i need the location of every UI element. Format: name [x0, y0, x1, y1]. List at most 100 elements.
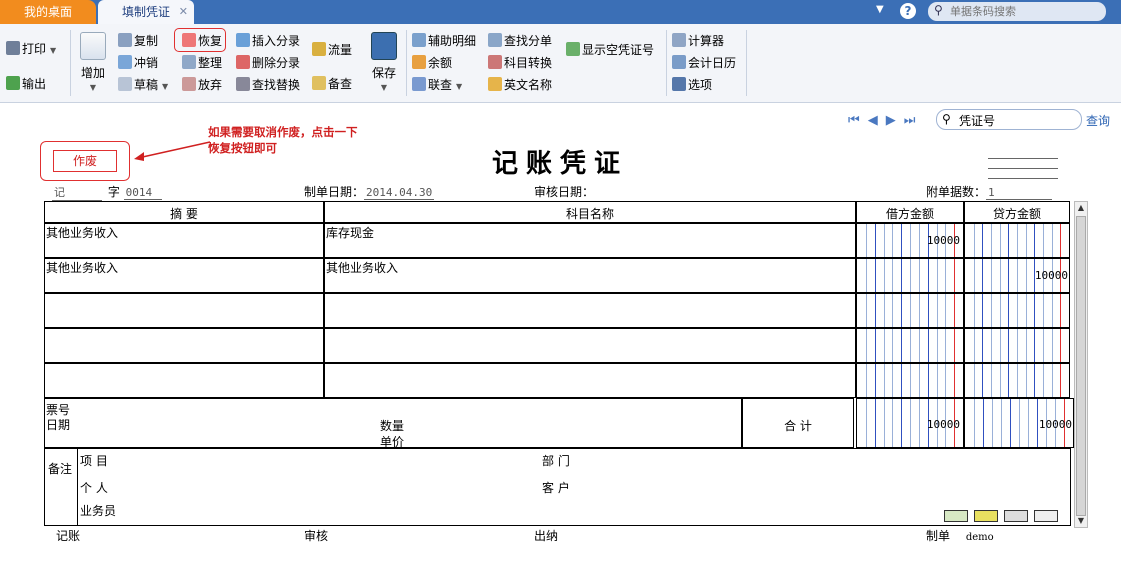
footer-audit: 审核: [304, 529, 329, 543]
customer-label[interactable]: 客 户: [542, 479, 622, 496]
tab-fill-voucher-label: 填制凭证: [121, 5, 170, 19]
help-icon[interactable]: ?: [900, 3, 916, 19]
amount-digit-lines: [857, 259, 963, 292]
organize-label: 整理: [198, 56, 223, 70]
project-label[interactable]: 项 目: [80, 452, 160, 469]
export-button[interactable]: 输出: [6, 75, 46, 93]
account-convert-label: 科目转换: [504, 56, 553, 70]
export-label: 输出: [22, 77, 47, 91]
amount-digit-lines: [965, 329, 1069, 362]
print-button[interactable]: 打印 ▼: [6, 40, 56, 58]
print-label: 打印: [22, 42, 47, 56]
chevron-down-icon[interactable]: ▼: [162, 82, 168, 91]
scroll-up-icon[interactable]: ▲: [1075, 202, 1087, 214]
next-record-icon[interactable]: ▶: [886, 113, 896, 128]
person-label[interactable]: 个 人: [80, 479, 160, 496]
chevron-down-icon[interactable]: ▼: [366, 83, 402, 92]
floppy-disk-icon: [371, 32, 397, 60]
close-icon[interactable]: ✕: [179, 0, 188, 24]
delete-entry-button[interactable]: 删除分录: [236, 54, 300, 72]
date-value[interactable]: 2014.04.30: [364, 186, 435, 200]
table-row-summary-cell: [44, 293, 324, 328]
note-tool-icon[interactable]: [944, 510, 968, 522]
options-label: 选项: [688, 78, 713, 92]
voucher-search[interactable]: ⚲: [936, 109, 1082, 130]
total-debit: 10000: [926, 418, 960, 431]
tab-fill-voucher[interactable]: 填制凭证 ✕: [98, 0, 194, 24]
discard-button[interactable]: 放弃: [182, 76, 222, 94]
last-record-icon[interactable]: ⏭: [904, 113, 916, 128]
department-label[interactable]: 部 门: [542, 452, 622, 469]
attach-count-value[interactable]: 1: [986, 186, 1053, 200]
date2-label: 日期: [46, 418, 71, 432]
find-replace-button[interactable]: 查找替换: [236, 76, 300, 94]
linked-query-button[interactable]: 联查 ▼: [412, 76, 462, 94]
voucher-type-value[interactable]: 记: [52, 184, 102, 201]
table-row-account-cell: [324, 328, 856, 363]
dropdown-icon[interactable]: ▼: [876, 4, 884, 15]
barcode-search[interactable]: ⚲: [928, 2, 1106, 21]
tab-my-desktop[interactable]: 我的桌面: [0, 0, 96, 24]
scroll-thumb[interactable]: [1076, 216, 1086, 516]
aux-detail-icon: [412, 33, 426, 47]
organize-button[interactable]: 整理: [182, 54, 222, 72]
row-account[interactable]: 库存现金: [326, 224, 854, 241]
salesman-label[interactable]: 业务员: [80, 502, 160, 519]
total-credit: 10000: [1038, 418, 1072, 431]
header-debit: 借方金额: [885, 207, 934, 221]
add-button[interactable]: 增加 ▼: [78, 32, 108, 92]
barcode-search-input[interactable]: [950, 4, 1100, 19]
prev-record-icon[interactable]: ◀: [868, 113, 878, 128]
amount-digit-lines: [857, 329, 963, 362]
flow-button[interactable]: 流量: [312, 41, 352, 59]
chevron-down-icon[interactable]: ▼: [78, 83, 108, 92]
voucher-number[interactable]: 0014: [123, 186, 162, 200]
balance-button[interactable]: 余额: [412, 54, 452, 72]
account-convert-button[interactable]: 科目转换: [488, 54, 552, 72]
note-tool-icon[interactable]: [974, 510, 998, 522]
insert-entry-button[interactable]: 插入分录: [236, 32, 300, 50]
calculator-icon: [672, 33, 686, 47]
voucher-search-input[interactable]: [959, 113, 1075, 127]
copy-button[interactable]: 复制: [118, 32, 158, 50]
options-button[interactable]: 选项: [672, 76, 712, 94]
save-label: 保存: [371, 66, 396, 80]
reverse-button[interactable]: 冲销: [118, 54, 158, 72]
draft-button[interactable]: 草稿 ▼: [118, 76, 168, 94]
calculator-label: 计算器: [688, 34, 725, 48]
vertical-scrollbar[interactable]: ▲ ▼: [1074, 201, 1088, 528]
annotation-arrow: [134, 141, 211, 161]
maker-label: 制单: [926, 529, 951, 543]
check-label: 备查: [328, 77, 353, 91]
english-name-button[interactable]: 英文名称: [488, 76, 552, 94]
voucher-title: 记账凭证: [491, 149, 628, 179]
chevron-down-icon[interactable]: ▼: [50, 46, 56, 55]
linked-query-icon: [412, 77, 426, 91]
check-button[interactable]: 备查: [312, 75, 352, 93]
aux-detail-button[interactable]: 辅助明细: [412, 32, 476, 50]
table-row-summary-cell: [44, 328, 324, 363]
copy-label: 复制: [134, 34, 159, 48]
calculator-button[interactable]: 计算器: [672, 32, 724, 50]
find-entry-button[interactable]: 查找分单: [488, 32, 552, 50]
row-summary[interactable]: 其他业务收入: [46, 259, 322, 276]
attach-count: 附单据数： 1: [926, 183, 1053, 200]
copy-icon: [118, 33, 132, 47]
query-link[interactable]: 查询: [1086, 112, 1110, 129]
show-empty-voucher-button[interactable]: 显示空凭证号: [566, 41, 654, 59]
first-record-icon[interactable]: ⏮: [848, 113, 860, 128]
scroll-down-icon[interactable]: ▼: [1075, 515, 1087, 527]
note-tool-icon[interactable]: [1004, 510, 1028, 522]
row-debit-amount[interactable]: 10000: [856, 234, 960, 247]
row-credit-amount[interactable]: 10000: [964, 269, 1068, 282]
save-button[interactable]: 保存 ▼: [366, 32, 402, 92]
row-account[interactable]: 其他业务收入: [326, 259, 854, 276]
collapse-icon[interactable]: [1034, 510, 1058, 522]
voucher-type[interactable]: 记 字 0014: [52, 183, 162, 201]
chevron-down-icon[interactable]: ▼: [456, 82, 462, 91]
accounting-calendar-button[interactable]: 会计日历: [672, 54, 736, 72]
export-icon: [6, 76, 20, 90]
date-label: 制单日期：: [304, 185, 365, 199]
row-summary[interactable]: 其他业务收入: [46, 224, 322, 241]
draft-icon: [118, 77, 132, 91]
